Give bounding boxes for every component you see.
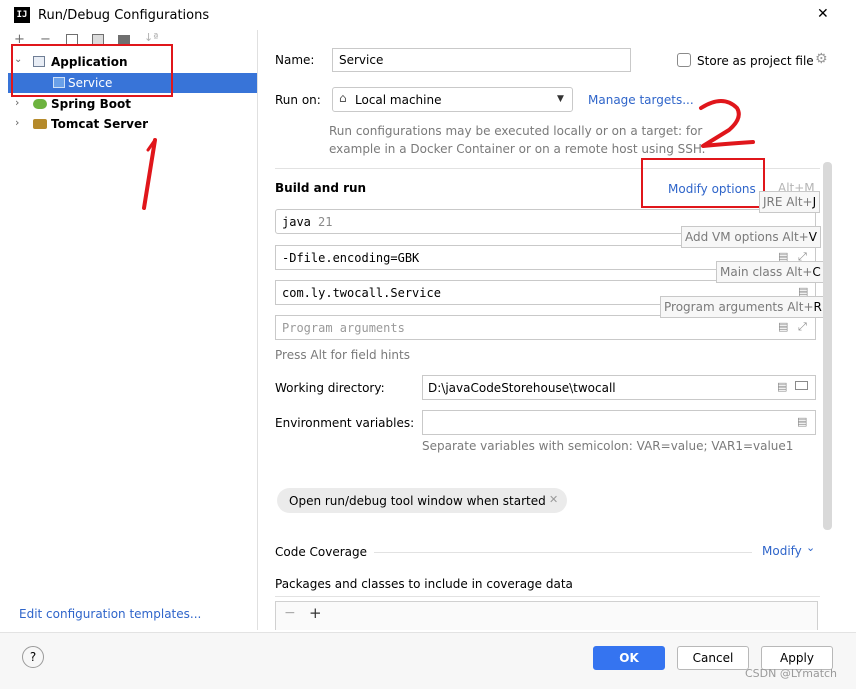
document-icon[interactable]: ▤ (778, 320, 788, 333)
home-icon: ⌂ (339, 91, 347, 105)
modify-coverage-link[interactable]: Modify (762, 544, 802, 558)
tooltip-jre: JRE Alt+J (759, 191, 821, 213)
working-directory-label: Working directory: (275, 381, 385, 395)
manage-targets-link[interactable]: Manage targets... (588, 93, 694, 107)
help-button[interactable]: ? (22, 646, 44, 668)
scrollbar-thumb[interactable] (823, 162, 832, 530)
tooltip-vm-options: Add VM options Alt+V (681, 226, 821, 248)
sort-icon[interactable]: ↓ª (144, 31, 158, 44)
environment-variables-field[interactable]: ▤ (422, 410, 816, 435)
document-icon[interactable]: ▤ (797, 415, 807, 428)
intellij-logo-icon: IJ (14, 7, 30, 23)
packages-divider (275, 596, 820, 597)
working-directory-field[interactable]: D:\javaCodeStorehouse\twocall ▤ (422, 375, 816, 400)
environment-variables-label: Environment variables: (275, 416, 415, 430)
tooltip-main-class: Main class Alt+C (716, 261, 825, 283)
name-label: Name: (275, 53, 315, 67)
chevron-right-icon[interactable]: › (15, 96, 19, 109)
cancel-button[interactable]: Cancel (677, 646, 749, 670)
tooltip-program-arguments: Program arguments Alt+R (660, 296, 826, 318)
environment-variables-hint: Separate variables with semicolon: VAR=v… (422, 439, 794, 453)
tree-item-spring-boot[interactable]: › Spring Boot (8, 94, 257, 114)
annotation-box-modify-options (641, 158, 765, 208)
code-coverage-title: Code Coverage (275, 545, 368, 559)
dropdown-arrow-icon: ▼ (557, 94, 564, 104)
run-on-select[interactable]: ⌂ Local machine ▼ (332, 87, 573, 112)
code-coverage-divider (374, 552, 752, 553)
store-as-project-label[interactable]: Store as project file (697, 54, 814, 68)
annotation-handwritten-one (142, 138, 157, 210)
annotation-box-application (11, 44, 173, 97)
name-field[interactable]: Service (332, 48, 631, 72)
close-icon[interactable]: ✕ (817, 6, 829, 22)
add-icon[interactable]: + (309, 604, 322, 622)
remove-icon[interactable]: − (284, 605, 296, 621)
window-title: Run/Debug Configurations (38, 8, 210, 23)
tree-item-label: Spring Boot (51, 97, 131, 111)
gear-icon[interactable]: ⚙ (815, 51, 828, 67)
run-on-hint-line2: example in a Docker Container or on a re… (329, 142, 706, 156)
open-tool-window-chip[interactable]: Open run/debug tool window when started … (277, 488, 567, 513)
build-and-run-title: Build and run (275, 181, 367, 195)
chevron-down-icon: ⌄ (806, 541, 816, 554)
ok-button[interactable]: OK (593, 646, 665, 670)
dialog-footer: ? OK Cancel Apply CSDN @LYmatch (0, 632, 856, 689)
run-on-hint-line1: Run configurations may be executed local… (329, 124, 703, 138)
program-arguments-field[interactable]: Program arguments ▤ ⤢ (275, 315, 816, 340)
remove-chip-icon[interactable]: ✕ (549, 493, 558, 506)
expand-icon[interactable]: ⤢ (798, 320, 807, 334)
config-tree-panel: + − ↓ª ⌄ Application Service › Spring Bo… (8, 30, 258, 630)
folder-icon[interactable] (118, 35, 130, 44)
watermark: CSDN @LYmatch (745, 667, 838, 680)
store-as-project-checkbox[interactable] (677, 53, 691, 67)
field-hint-text: Press Alt for field hints (275, 348, 410, 362)
tree-item-label: Tomcat Server (51, 117, 149, 131)
packages-list: − + (275, 601, 818, 630)
document-icon[interactable]: ▤ (777, 380, 787, 393)
packages-coverage-label: Packages and classes to include in cover… (275, 577, 573, 591)
edit-configuration-templates-link[interactable]: Edit configuration templates... (19, 607, 201, 621)
tomcat-icon (33, 119, 47, 129)
spring-boot-icon (33, 99, 47, 109)
title-bar: IJ Run/Debug Configurations ✕ (0, 0, 856, 30)
folder-icon[interactable] (795, 381, 808, 390)
chevron-right-icon[interactable]: › (15, 116, 19, 129)
run-on-label: Run on: (275, 93, 321, 107)
